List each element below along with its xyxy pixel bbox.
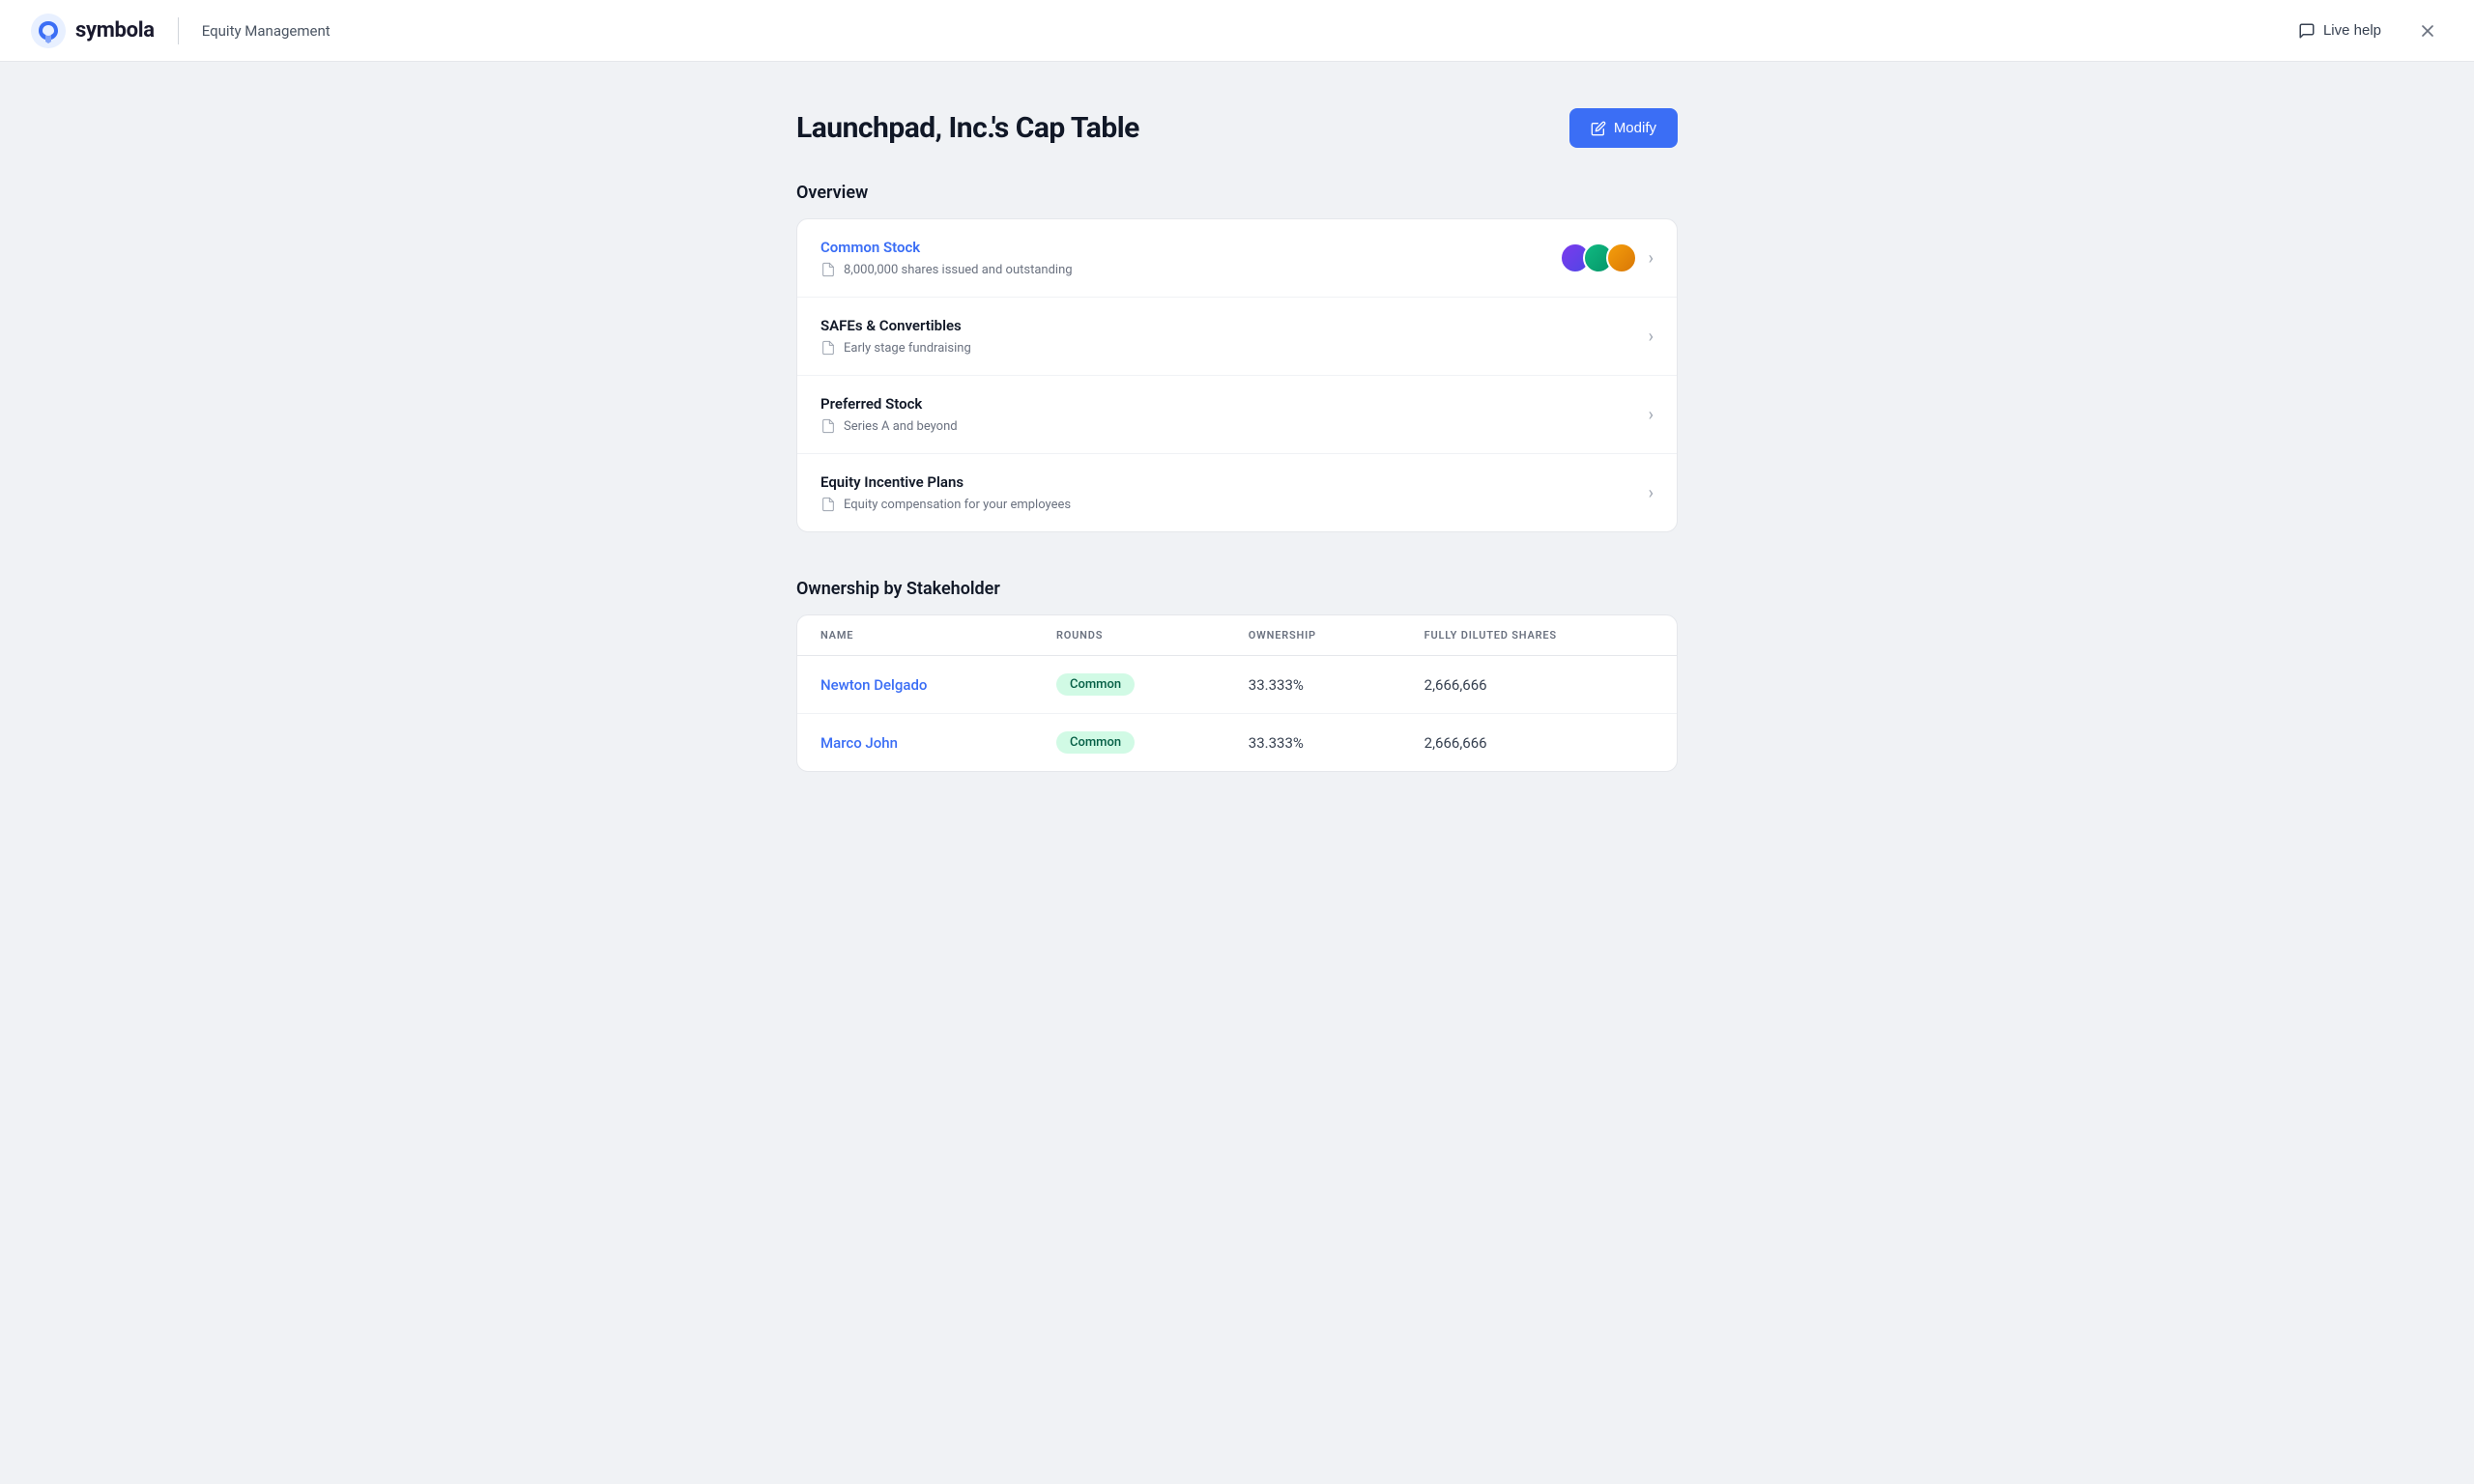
live-help-label: Live help xyxy=(2323,22,2381,39)
logo-text: symbola xyxy=(75,18,155,43)
header-left: symbola Equity Management xyxy=(31,14,331,48)
safes-right: › xyxy=(1649,327,1654,347)
common-stock-shares-text: 8,000,000 shares issued and outstanding xyxy=(844,263,1073,277)
common-stock-title: Common Stock xyxy=(820,239,1073,256)
avatar-group xyxy=(1560,243,1637,273)
equity-incentive-left: Equity Incentive Plans Equity compensati… xyxy=(820,473,1071,512)
safes-left: SAFEs & Convertibles Early stage fundrai… xyxy=(820,317,971,356)
chat-icon xyxy=(2298,22,2316,40)
round-badge-1: Common xyxy=(1056,673,1135,696)
table-row: Newton Delgado Common 33.333% 2,666,666 xyxy=(797,656,1677,714)
page-header: Launchpad, Inc.'s Cap Table Modify xyxy=(796,108,1678,148)
preferred-title: Preferred Stock xyxy=(820,395,958,413)
avatar-3 xyxy=(1606,243,1637,273)
equity-incentive-subtitle-text: Equity compensation for your employees xyxy=(844,498,1071,512)
common-stock-left: Common Stock 8,000,000 shares issued and… xyxy=(820,239,1073,277)
common-stock-right: › xyxy=(1560,243,1654,273)
preferred-stock-row[interactable]: Preferred Stock Series A and beyond › xyxy=(797,376,1677,454)
chevron-right-icon-common: › xyxy=(1649,248,1654,269)
main-content: Launchpad, Inc.'s Cap Table Modify Overv… xyxy=(773,62,1701,896)
preferred-right: › xyxy=(1649,405,1654,425)
table-row: Marco John Common 33.333% 2,666,666 xyxy=(797,714,1677,772)
equity-incentive-right: › xyxy=(1649,483,1654,503)
doc-icon-safes xyxy=(820,340,836,356)
ownership-table-body: Newton Delgado Common 33.333% 2,666,666 … xyxy=(797,656,1677,772)
chevron-right-icon-preferred: › xyxy=(1649,405,1654,425)
header-divider xyxy=(178,17,179,44)
ownership-table-wrapper: NAME ROUNDS OWNERSHIP FULLY DILUTED SHAR… xyxy=(796,614,1678,772)
close-button[interactable] xyxy=(2412,15,2443,46)
header-right: Live help xyxy=(2290,15,2443,46)
stakeholder-name-1[interactable]: Newton Delgado xyxy=(797,656,1033,714)
chevron-right-icon-equity: › xyxy=(1649,483,1654,503)
ownership-section: Ownership by Stakeholder NAME ROUNDS OWN… xyxy=(796,579,1678,772)
ownership-section-title: Ownership by Stakeholder xyxy=(796,579,1678,599)
overview-section-title: Overview xyxy=(796,183,1678,203)
safes-row[interactable]: SAFEs & Convertibles Early stage fundrai… xyxy=(797,298,1677,376)
stakeholder-shares-1: 2,666,666 xyxy=(1401,656,1677,714)
col-header-ownership: OWNERSHIP xyxy=(1225,615,1401,656)
ownership-table-header-row: NAME ROUNDS OWNERSHIP FULLY DILUTED SHAR… xyxy=(797,615,1677,656)
preferred-left: Preferred Stock Series A and beyond xyxy=(820,395,958,434)
doc-icon-equity xyxy=(820,497,836,512)
col-header-shares: FULLY DILUTED SHARES xyxy=(1401,615,1677,656)
preferred-subtitle-text: Series A and beyond xyxy=(844,419,958,434)
stakeholder-shares-2: 2,666,666 xyxy=(1401,714,1677,772)
stakeholder-ownership-1: 33.333% xyxy=(1225,656,1401,714)
doc-icon-preferred xyxy=(820,418,836,434)
page-title: Launchpad, Inc.'s Cap Table xyxy=(796,111,1139,145)
doc-icon-common xyxy=(820,262,836,277)
equity-incentive-subtitle: Equity compensation for your employees xyxy=(820,497,1071,512)
col-header-name: NAME xyxy=(797,615,1033,656)
logo-icon xyxy=(31,14,66,48)
common-stock-row[interactable]: Common Stock 8,000,000 shares issued and… xyxy=(797,219,1677,298)
close-icon xyxy=(2418,21,2437,41)
stakeholder-name-2[interactable]: Marco John xyxy=(797,714,1033,772)
overview-section: Overview Common Stock 8,000,000 shares i… xyxy=(796,183,1678,532)
ownership-table-head: NAME ROUNDS OWNERSHIP FULLY DILUTED SHAR… xyxy=(797,615,1677,656)
app-header: symbola Equity Management Live help xyxy=(0,0,2474,62)
col-header-rounds: ROUNDS xyxy=(1033,615,1225,656)
modify-label: Modify xyxy=(1614,120,1656,136)
ownership-table: NAME ROUNDS OWNERSHIP FULLY DILUTED SHAR… xyxy=(797,615,1677,771)
logo: symbola xyxy=(31,14,155,48)
stakeholder-round-1: Common xyxy=(1033,656,1225,714)
live-help-button[interactable]: Live help xyxy=(2290,16,2389,45)
stakeholder-ownership-2: 33.333% xyxy=(1225,714,1401,772)
safes-subtitle-text: Early stage fundraising xyxy=(844,341,971,356)
overview-card: Common Stock 8,000,000 shares issued and… xyxy=(796,218,1678,532)
preferred-subtitle: Series A and beyond xyxy=(820,418,958,434)
common-stock-subtitle: 8,000,000 shares issued and outstanding xyxy=(820,262,1073,277)
modify-button[interactable]: Modify xyxy=(1569,108,1678,148)
header-app-title: Equity Management xyxy=(202,22,331,40)
equity-incentive-title: Equity Incentive Plans xyxy=(820,473,1071,491)
chevron-right-icon-safes: › xyxy=(1649,327,1654,347)
stakeholder-round-2: Common xyxy=(1033,714,1225,772)
safes-title: SAFEs & Convertibles xyxy=(820,317,971,334)
safes-subtitle: Early stage fundraising xyxy=(820,340,971,356)
equity-incentive-row[interactable]: Equity Incentive Plans Equity compensati… xyxy=(797,454,1677,531)
round-badge-2: Common xyxy=(1056,731,1135,754)
edit-icon xyxy=(1591,121,1606,136)
